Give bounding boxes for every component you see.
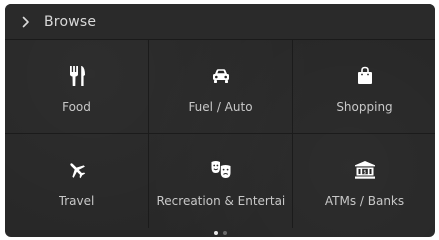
browse-screen: Browse Food Fuel / Auto Shopping Travel … bbox=[5, 4, 435, 237]
category-grid: Food Fuel / Auto Shopping Travel Recreat… bbox=[5, 40, 435, 228]
page-title: Browse bbox=[44, 13, 97, 30]
category-tile-food[interactable]: Food bbox=[5, 40, 148, 133]
category-label: Travel bbox=[58, 194, 95, 208]
page-dot[interactable] bbox=[222, 231, 227, 235]
category-tile-atms-banks[interactable]: $ ATMs / Banks bbox=[293, 134, 435, 227]
category-tile-travel[interactable]: Travel bbox=[5, 134, 148, 227]
category-tile-recreation[interactable]: Recreation & Entertai bbox=[149, 134, 292, 227]
category-label: Fuel / Auto bbox=[188, 100, 253, 114]
page-indicator bbox=[5, 231, 435, 235]
category-label: ATMs / Banks bbox=[324, 194, 405, 208]
category-label: Recreation & Entertai bbox=[156, 194, 285, 208]
bank-icon: $ bbox=[354, 158, 376, 182]
theater-masks-icon bbox=[210, 158, 232, 182]
header-bar[interactable]: Browse bbox=[5, 4, 435, 40]
category-label: Food bbox=[62, 100, 91, 114]
shopping-bag-icon bbox=[356, 64, 374, 88]
chevron-right-icon[interactable] bbox=[19, 12, 33, 32]
car-icon bbox=[211, 64, 231, 88]
category-tile-fuel-auto[interactable]: Fuel / Auto bbox=[149, 40, 292, 133]
category-tile-shopping[interactable]: Shopping bbox=[293, 40, 435, 133]
airplane-icon bbox=[67, 158, 87, 182]
fork-knife-icon bbox=[68, 64, 86, 88]
svg-text:$: $ bbox=[363, 169, 366, 175]
page-dot-active[interactable] bbox=[213, 231, 218, 235]
category-label: Shopping bbox=[336, 100, 393, 114]
